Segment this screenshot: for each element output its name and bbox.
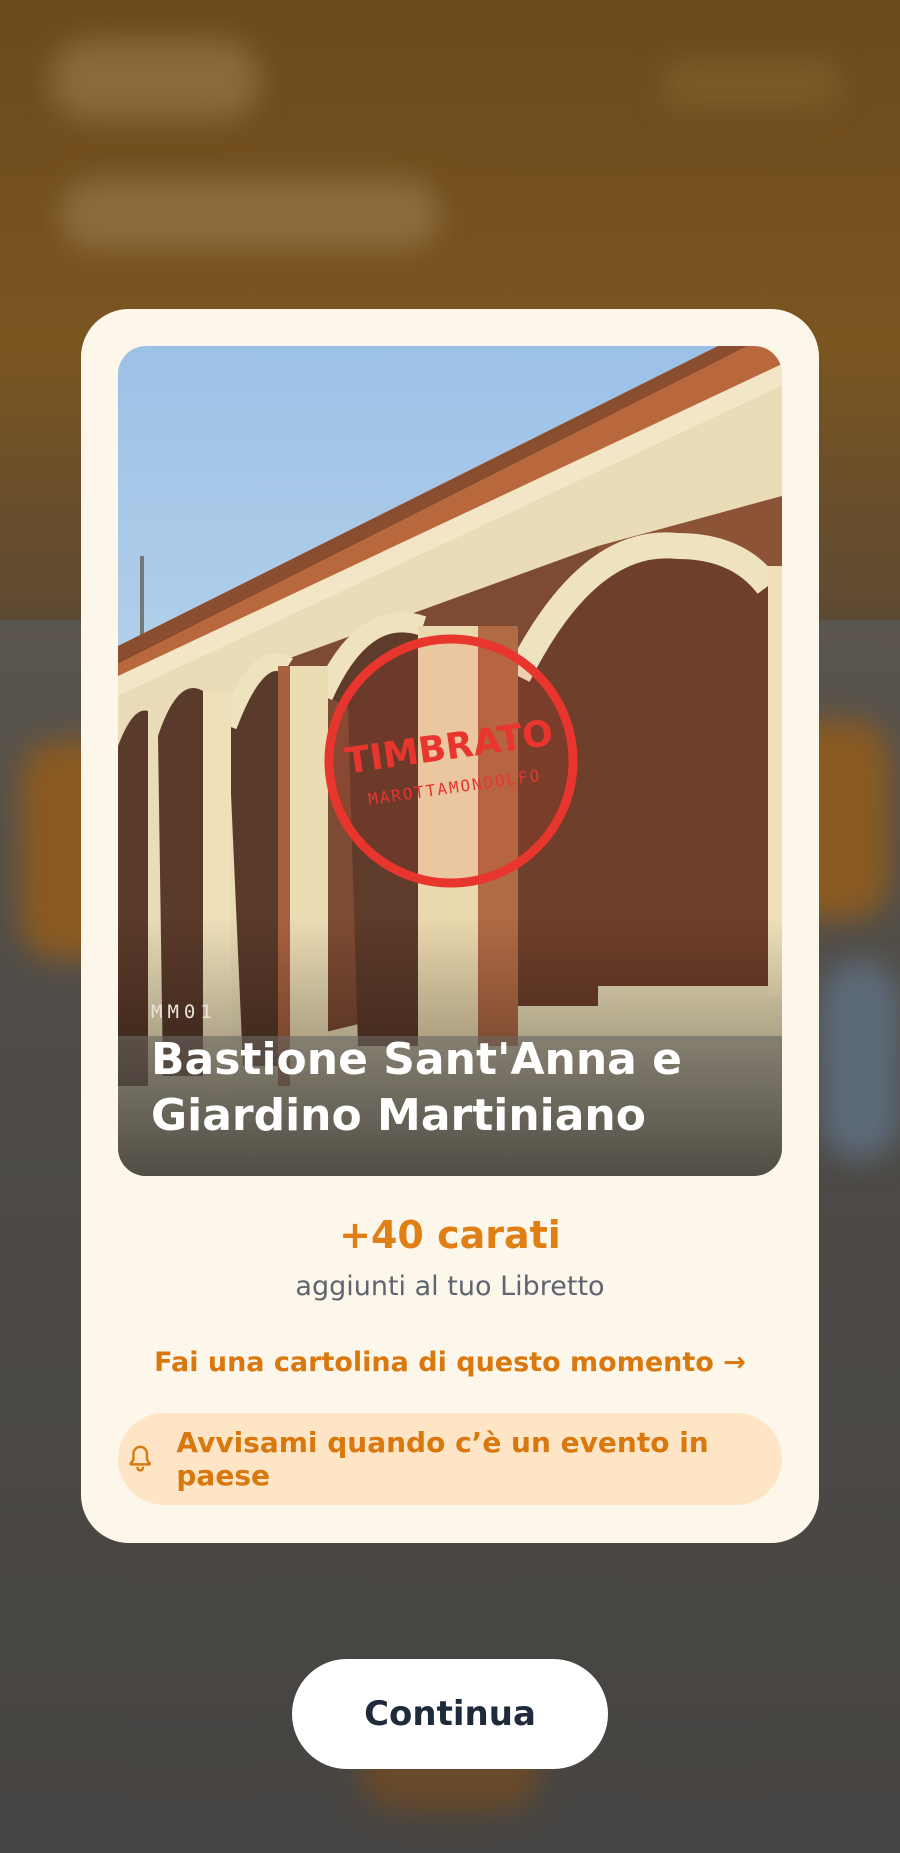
notify-event-button[interactable]: Avvisami quando c’è un evento in paese <box>118 1413 782 1505</box>
background-blur-shape <box>660 60 840 110</box>
background-blur-shape <box>820 960 900 1160</box>
place-photo: TIMBRATO MAROTTAMONDOLFO MM01 Bastione S… <box>118 346 782 1176</box>
bell-icon <box>129 1445 151 1472</box>
timbrato-stamp: TIMBRATO MAROTTAMONDOLFO <box>324 634 578 888</box>
place-title: Bastione Sant'Anna e Giardino Martiniano <box>151 1034 683 1141</box>
carats-subtitle: aggiunti al tuo Libretto <box>295 1271 605 1302</box>
make-postcard-link[interactable]: Fai una cartolina di questo momento → <box>81 1347 819 1378</box>
place-code: MM01 <box>151 1001 217 1023</box>
stamp-modal-card: TIMBRATO MAROTTAMONDOLFO MM01 Bastione S… <box>81 309 819 1543</box>
background-blur-shape <box>50 40 260 120</box>
continue-button[interactable]: Continua <box>292 1659 608 1769</box>
background-blur-shape <box>60 180 440 250</box>
notify-event-label: Avvisami quando c’è un evento in paese <box>176 1426 709 1492</box>
carats-reward: +40 carati <box>339 1213 561 1257</box>
